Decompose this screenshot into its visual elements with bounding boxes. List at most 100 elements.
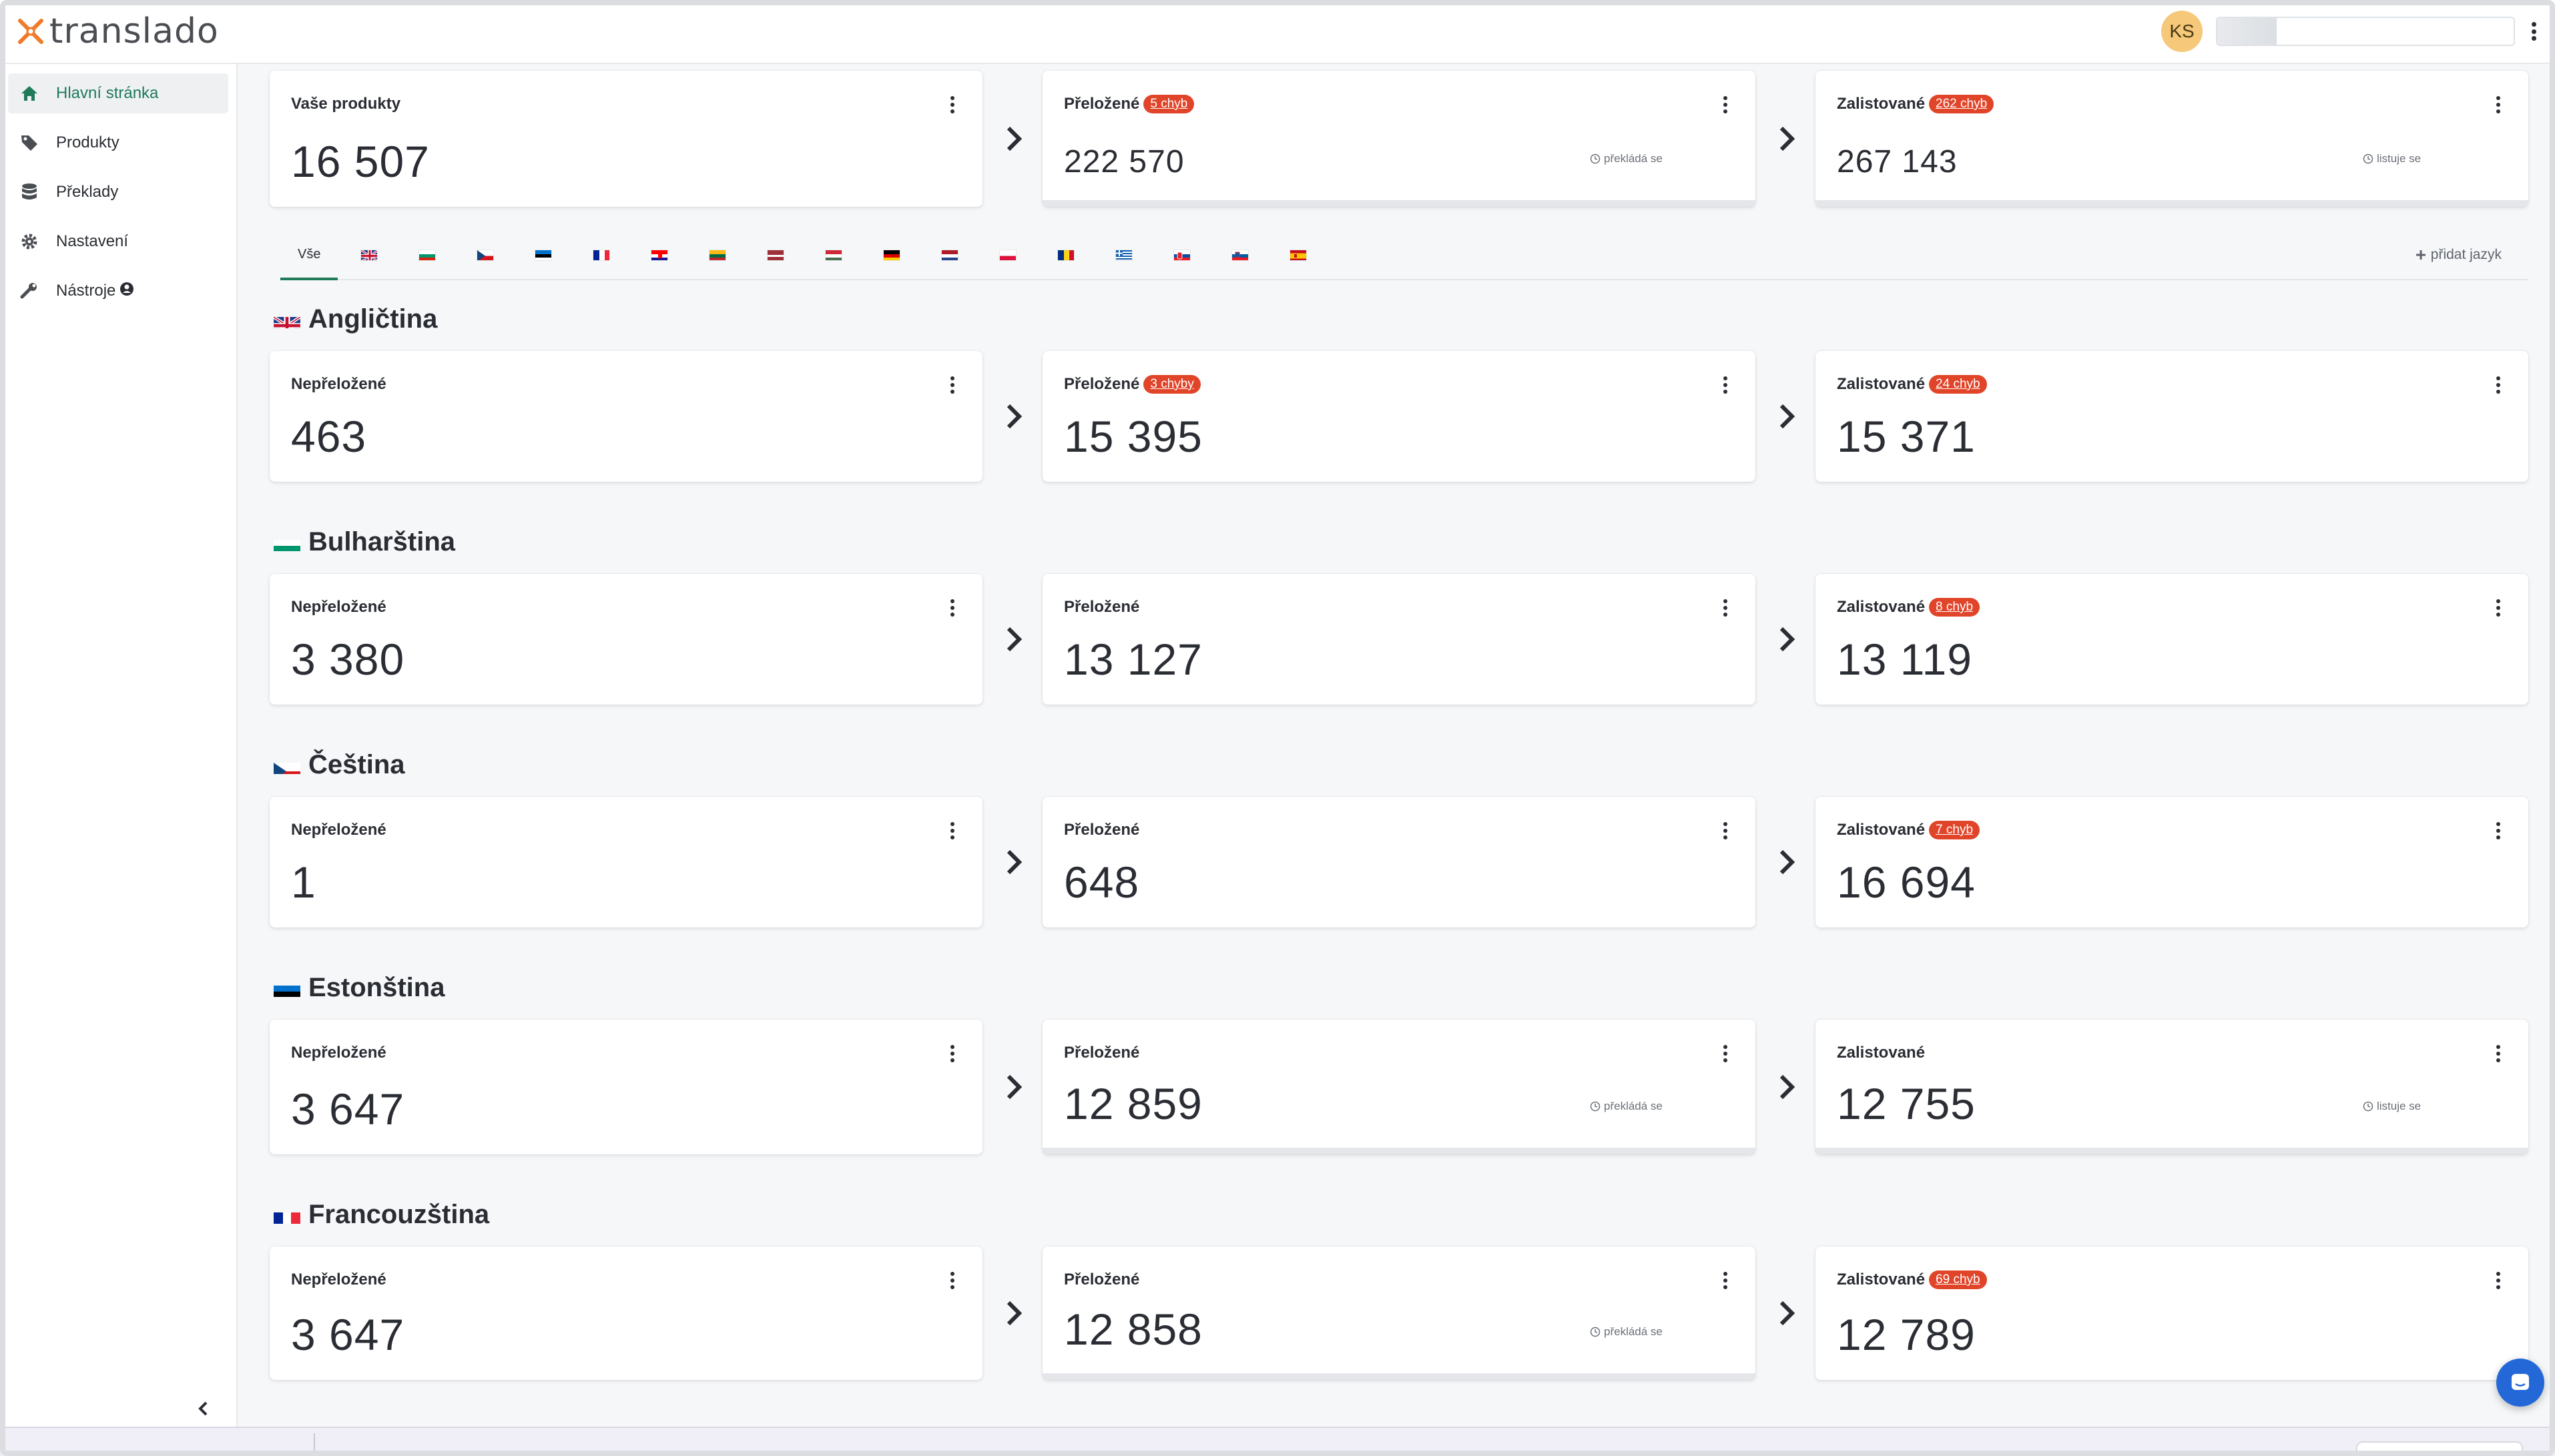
error-badge[interactable]: 8 chyb xyxy=(1929,598,1980,617)
untranslated-card[interactable]: Nepřeložené 3 647 xyxy=(270,1246,982,1380)
untranslated-card[interactable]: Nepřeložené 3 380 xyxy=(270,574,982,705)
card-value: 648 xyxy=(1064,857,1140,907)
flag-hu-icon[interactable] xyxy=(825,249,843,261)
card-menu-icon[interactable] xyxy=(1722,376,1729,394)
listed-card[interactable]: Zalistované 8 chyb 13 119 xyxy=(1815,574,2528,705)
card-value: 15 371 xyxy=(1837,412,1976,461)
flag-gr-icon[interactable] xyxy=(1115,249,1133,261)
error-badge[interactable]: 7 chyb xyxy=(1929,821,1980,839)
sidebar-item-translations[interactable]: Překlady xyxy=(8,172,228,212)
bottom-tab[interactable] xyxy=(2356,1441,2523,1456)
flag-lt-icon[interactable] xyxy=(709,249,727,261)
card-menu-icon[interactable] xyxy=(949,1045,956,1062)
flag-de-icon[interactable] xyxy=(883,249,901,261)
flag-lv-icon[interactable] xyxy=(767,249,785,261)
language-tabs: Vše přidat jazyk xyxy=(280,231,2528,280)
card-menu-icon[interactable] xyxy=(949,376,956,394)
chevron-right-icon xyxy=(1774,125,1801,152)
error-badge[interactable]: 69 chyb xyxy=(1929,1270,1987,1289)
flag-sk-icon[interactable] xyxy=(1173,249,1191,261)
listed-card[interactable]: Zalistované 69 chyb 12 789 xyxy=(1815,1246,2528,1380)
translated-card[interactable]: Přeložené 5 chyb 222 570 překládá se xyxy=(1043,71,1755,207)
flag-bg-icon[interactable] xyxy=(418,249,437,261)
tab-all[interactable]: Vše xyxy=(280,231,338,280)
flag-ee-icon[interactable] xyxy=(535,249,553,261)
error-badge[interactable]: 3 chyby xyxy=(1143,375,1201,394)
listed-card[interactable]: Zalistované 24 chyb 15 371 xyxy=(1815,351,2528,482)
divider xyxy=(314,1433,315,1453)
card-value: 12 755 xyxy=(1837,1079,1976,1128)
more-menu-icon[interactable] xyxy=(2528,18,2539,45)
card-value: 267 143 xyxy=(1837,144,1958,179)
sidebar-item-label: Produkty xyxy=(56,133,119,151)
card-menu-icon[interactable] xyxy=(949,1272,956,1289)
translated-card[interactable]: Přeložené 3 chyby 15 395 xyxy=(1043,351,1755,482)
untranslated-card[interactable]: Nepřeložené 1 xyxy=(270,797,982,928)
card-menu-icon[interactable] xyxy=(949,822,956,839)
card-value: 15 395 xyxy=(1064,412,1203,461)
card-menu-icon[interactable] xyxy=(1722,1045,1729,1062)
sidebar-item-label: Hlavní stránka xyxy=(56,84,159,102)
status-indicator: listuje se xyxy=(2363,1100,2421,1113)
clock-icon xyxy=(2363,153,2373,164)
card-label: Nepřeložené xyxy=(291,598,386,616)
listed-card[interactable]: Zalistované 12 755 listuje se xyxy=(1815,1020,2528,1154)
chat-widget-button[interactable] xyxy=(2496,1359,2544,1407)
collapse-sidebar-icon[interactable] xyxy=(194,1399,214,1419)
sidebar-item-tools[interactable]: Nástroje xyxy=(8,271,228,311)
error-badge[interactable]: 5 chyb xyxy=(1143,95,1195,113)
card-value: 222 570 xyxy=(1064,144,1185,179)
card-menu-icon[interactable] xyxy=(949,599,956,617)
listed-card[interactable]: Zalistované 7 chyb 16 694 xyxy=(1815,797,2528,928)
flag-es-icon[interactable] xyxy=(1290,249,1308,261)
card-menu-icon[interactable] xyxy=(2495,599,2502,617)
avatar[interactable]: KS xyxy=(2161,11,2203,52)
language-heading: Čeština xyxy=(274,750,405,780)
flag-cz-icon[interactable] xyxy=(477,249,495,261)
chevron-right-icon xyxy=(1001,1074,1028,1100)
flag-fr-icon[interactable] xyxy=(593,249,611,261)
listed-card[interactable]: Zalistované 262 chyb 267 143 listuje se xyxy=(1815,71,2528,207)
error-badge[interactable]: 24 chyb xyxy=(1929,375,1987,394)
untranslated-card[interactable]: Nepřeložené 3 647 xyxy=(270,1020,982,1154)
flag-nl-icon[interactable] xyxy=(941,249,959,261)
card-menu-icon[interactable] xyxy=(2495,822,2502,839)
flag-gb-icon[interactable] xyxy=(360,249,378,261)
card-value: 12 858 xyxy=(1064,1305,1203,1354)
card-menu-icon[interactable] xyxy=(1722,1272,1729,1289)
flag-pl-icon[interactable] xyxy=(999,249,1017,261)
card-menu-icon[interactable] xyxy=(2495,376,2502,394)
card-menu-icon[interactable] xyxy=(2495,1045,2502,1062)
translated-card[interactable]: Přeložené 13 127 xyxy=(1043,574,1755,705)
language-heading: Francouzština xyxy=(274,1200,489,1230)
home-icon xyxy=(19,83,40,104)
card-menu-icon[interactable] xyxy=(2495,1272,2502,1289)
translado-logo[interactable]: translado xyxy=(16,11,219,51)
add-language-button[interactable]: přidat jazyk xyxy=(2415,247,2502,263)
products-card[interactable]: Vaše produkty 16 507 xyxy=(270,71,982,207)
card-value: 13 119 xyxy=(1837,635,1972,684)
card-menu-icon[interactable] xyxy=(1722,822,1729,839)
sidebar-item-home[interactable]: Hlavní stránka xyxy=(8,73,228,113)
card-value: 12 859 xyxy=(1064,1079,1203,1128)
clock-icon xyxy=(1590,1101,1601,1112)
card-menu-icon[interactable] xyxy=(1722,96,1729,113)
card-label: Přeložené xyxy=(1064,1044,1140,1062)
error-badge[interactable]: 262 chyb xyxy=(1929,95,1994,113)
card-menu-icon[interactable] xyxy=(1722,599,1729,617)
chevron-right-icon xyxy=(1001,125,1028,152)
card-label: Zalistované xyxy=(1837,1044,1926,1062)
sidebar-item-settings[interactable]: Nastavení xyxy=(8,222,228,262)
flag-si-icon[interactable] xyxy=(1231,249,1249,261)
card-menu-icon[interactable] xyxy=(2495,96,2502,113)
card-value: 463 xyxy=(291,412,367,461)
translated-card[interactable]: Přeložené 12 858 překládá se xyxy=(1043,1246,1755,1380)
flag-hr-icon[interactable] xyxy=(651,249,669,261)
main-content: Vaše produkty 16 507 Přeložené 5 chyb 222… xyxy=(239,64,2555,1427)
flag-ro-icon[interactable] xyxy=(1057,249,1075,261)
card-menu-icon[interactable] xyxy=(949,96,956,113)
translated-card[interactable]: Přeložené 648 xyxy=(1043,797,1755,928)
sidebar-item-products[interactable]: Produkty xyxy=(8,123,228,163)
translated-card[interactable]: Přeložené 12 859 překládá se xyxy=(1043,1020,1755,1154)
untranslated-card[interactable]: Nepřeložené 463 xyxy=(270,351,982,482)
